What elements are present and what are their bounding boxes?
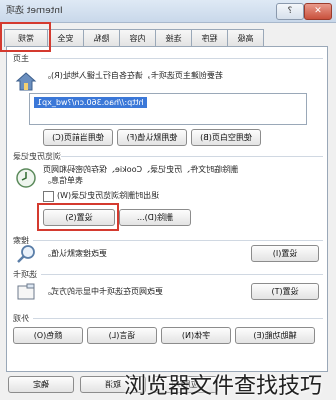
- tab-advanced[interactable]: 高级: [227, 29, 264, 47]
- history-description-1: 删除临时文件、历史记录、Cookie、保存的密码和网页: [43, 165, 239, 174]
- internet-options-dialog: Internet 选项 ✕ ? 常规 安全 隐私 内容 连接 程序 高级 主页 …: [0, 0, 336, 400]
- delete-on-exit-label: 退出时删除浏览历史记录(W): [57, 191, 160, 200]
- search-description: 更改搜索默认值。: [43, 249, 107, 258]
- general-panel: 主页 若要创建主页选项卡，请在各自行上键入地址(R)。 http://hao.3…: [6, 46, 328, 372]
- tab-connections[interactable]: 连接: [155, 29, 192, 47]
- title-bar: Internet 选项 ✕ ?: [0, 0, 336, 23]
- tabs-group-label: 选项卡: [13, 270, 37, 279]
- tabs-description: 更改网页在选项卡中显示的方式。: [43, 287, 163, 296]
- home-group-divider: [41, 58, 323, 59]
- appearance-group-divider: [33, 318, 323, 319]
- history-description-2: 表单信息。: [43, 176, 83, 185]
- stage: Internet 选项 ✕ ? 常规 安全 隐私 内容 连接 程序 高级 主页 …: [0, 0, 336, 400]
- tabs-icon: [15, 281, 37, 303]
- history-delete-button[interactable]: 删除(D)...: [119, 209, 191, 226]
- languages-button[interactable]: 语言(L): [87, 327, 157, 344]
- history-group-label: 浏览历史记录: [13, 152, 61, 161]
- fonts-button[interactable]: 字体(N): [161, 327, 231, 344]
- home-icon: [15, 71, 37, 93]
- appearance-group-label: 外观: [13, 314, 29, 323]
- use-blank-button[interactable]: 使用空白页(B): [191, 129, 261, 146]
- watermark: 浏览器文件查找技巧: [0, 364, 336, 400]
- help-button[interactable]: ?: [276, 3, 304, 20]
- use-current-button[interactable]: 使用当前页(C): [43, 129, 113, 146]
- highlight-history-settings: [37, 203, 119, 231]
- colors-button[interactable]: 颜色(O): [13, 327, 83, 344]
- tab-content[interactable]: 内容: [119, 29, 156, 47]
- highlight-tab-general: [0, 22, 51, 52]
- home-url-input[interactable]: http://hao.360.cn/?wd_xp1: [29, 93, 307, 125]
- tabs-group-divider: [41, 274, 323, 275]
- history-group-divider: [61, 156, 323, 157]
- tab-programs[interactable]: 程序: [191, 29, 228, 47]
- search-group-divider: [33, 240, 323, 241]
- home-url-value: http://hao.360.cn/?wd_xp1: [34, 97, 147, 108]
- watermark-text: 浏览器文件查找技巧: [123, 374, 322, 399]
- window-title: Internet 选项: [6, 6, 63, 16]
- tabs-settings-button[interactable]: 设置(T): [251, 283, 319, 300]
- history-clock-icon: [15, 167, 37, 189]
- tab-security[interactable]: 安全: [47, 29, 84, 47]
- home-group-label: 主页: [13, 54, 29, 63]
- home-instruction: 若要创建主页选项卡，请在各自行上键入地址(R)。: [43, 71, 223, 80]
- use-default-button[interactable]: 使用默认值(F): [117, 129, 187, 146]
- accessibility-button[interactable]: 辅助功能(E): [235, 327, 315, 344]
- delete-on-exit-checkbox[interactable]: [43, 191, 54, 202]
- search-settings-button[interactable]: 设置(I): [251, 245, 319, 262]
- magnifier-icon: [15, 243, 37, 265]
- tab-privacy[interactable]: 隐私: [83, 29, 120, 47]
- close-button[interactable]: ✕: [304, 3, 332, 20]
